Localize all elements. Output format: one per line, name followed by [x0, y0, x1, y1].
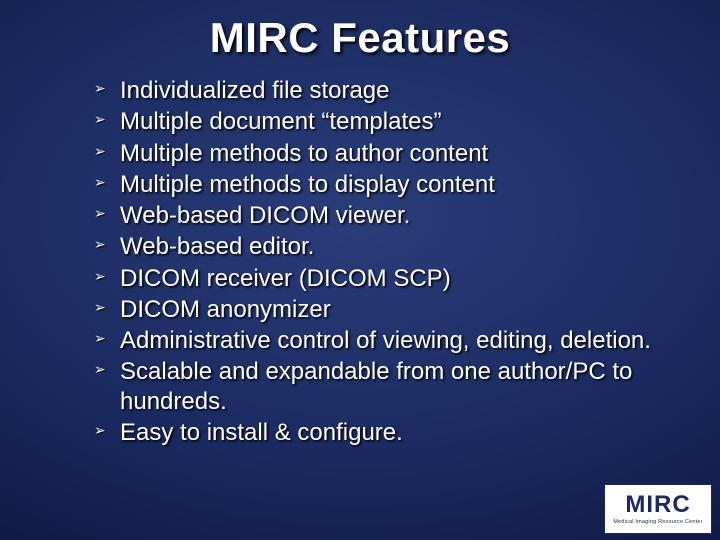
slide-title: MIRC Features — [0, 0, 720, 70]
bullet-arrow-icon: ➢ — [94, 174, 106, 191]
list-item: ➢ Easy to install & configure. — [94, 418, 670, 447]
list-item-text: Multiple methods to author content — [120, 140, 488, 167]
list-item: ➢ Individualized file storage — [94, 76, 670, 105]
bullet-arrow-icon: ➢ — [94, 422, 106, 439]
list-item: ➢ DICOM receiver (DICOM SCP) — [94, 264, 670, 293]
mirc-logo: MIRC Medical Imaging Resource Center — [604, 484, 712, 534]
slide: MIRC Features ➢ Individualized file stora… — [0, 0, 720, 540]
list-item-text: DICOM anonymizer — [120, 296, 331, 323]
bullet-arrow-icon: ➢ — [94, 80, 106, 97]
list-item: ➢ Administrative control of viewing, edit… — [94, 326, 670, 355]
bullet-arrow-icon: ➢ — [94, 143, 106, 160]
logo-sub-text: Medical Imaging Resource Center — [613, 519, 702, 526]
logo-main-text: MIRC — [625, 493, 690, 517]
bullet-arrow-icon: ➢ — [94, 205, 106, 222]
list-item-text: DICOM receiver (DICOM SCP) — [120, 265, 451, 292]
list-item-text: Web-based DICOM viewer. — [120, 202, 410, 229]
list-item: ➢ Web-based editor. — [94, 232, 670, 261]
list-item-text: Multiple document “templates” — [120, 108, 441, 135]
bullet-arrow-icon: ➢ — [94, 361, 106, 378]
bullet-arrow-icon: ➢ — [94, 268, 106, 285]
list-item: ➢ DICOM anonymizer — [94, 295, 670, 324]
list-item-text: Web-based editor. — [120, 233, 314, 260]
list-item-text: Scalable and expandable from one author/… — [120, 358, 632, 414]
list-item-text: Individualized file storage — [120, 77, 390, 104]
bullet-arrow-icon: ➢ — [94, 299, 106, 316]
list-item-text: Multiple methods to display content — [120, 171, 495, 198]
list-item: ➢ Multiple methods to display content — [94, 170, 670, 199]
bullet-arrow-icon: ➢ — [94, 111, 106, 128]
bullet-arrow-icon: ➢ — [94, 330, 106, 347]
list-item-text: Administrative control of viewing, editi… — [120, 327, 651, 354]
list-item: ➢ Web-based DICOM viewer. — [94, 201, 670, 230]
list-item: ➢ Multiple methods to author content — [94, 139, 670, 168]
list-item: ➢ Multiple document “templates” — [94, 107, 670, 136]
bullet-list: ➢ Individualized file storage ➢ Multiple d… — [0, 70, 720, 447]
list-item-text: Easy to install & configure. — [120, 419, 403, 446]
bullet-arrow-icon: ➢ — [94, 236, 106, 253]
list-item: ➢ Scalable and expandable from one author… — [94, 357, 670, 416]
